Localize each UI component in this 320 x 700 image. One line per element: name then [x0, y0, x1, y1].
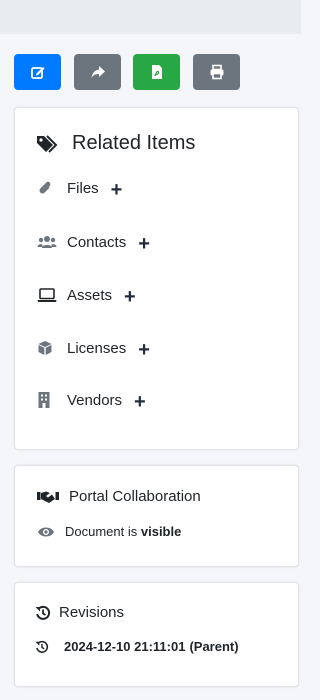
export-pdf-button[interactable]: [133, 54, 180, 90]
document-visibility-status: Document is visible: [37, 524, 181, 539]
building-icon: [37, 391, 57, 409]
portal-collaboration-title: Portal Collaboration: [69, 488, 201, 505]
cube-icon: [37, 340, 57, 356]
visibility-prefix: Document is: [65, 524, 138, 539]
add-vendor-button[interactable]: +: [134, 392, 146, 412]
handshake-icon: [37, 491, 59, 503]
related-item-label: Contacts: [67, 233, 127, 251]
share-button[interactable]: [74, 54, 121, 90]
top-bar: [0, 0, 301, 34]
related-item-licenses[interactable]: Licenses +: [37, 336, 150, 360]
related-item-vendors[interactable]: Vendors +: [37, 388, 146, 412]
paperclip-icon: [37, 180, 57, 196]
revision-item[interactable]: 2024-12-10 21:11:01 (Parent): [35, 639, 239, 654]
file-pdf-icon: [151, 65, 162, 79]
related-item-label: Files: [67, 179, 99, 197]
related-item-label: Vendors: [67, 391, 123, 409]
laptop-icon: [37, 287, 57, 303]
add-asset-button[interactable]: +: [124, 287, 136, 307]
add-license-button[interactable]: +: [138, 340, 150, 360]
revisions-title: Revisions: [59, 604, 125, 621]
portal-collaboration-header: Portal Collaboration: [37, 488, 201, 505]
edit-icon: [30, 67, 44, 79]
revisions-card: Revisions 2024-12-10 21:11:01 (Parent): [14, 582, 299, 687]
visibility-value: visible: [140, 524, 182, 539]
print-button[interactable]: [193, 54, 240, 90]
related-item-label: Assets: [67, 286, 113, 304]
edit-button[interactable]: [14, 54, 61, 90]
eye-icon: [38, 527, 54, 536]
portal-collaboration-card: Portal Collaboration Document is visible: [14, 465, 299, 567]
related-item-label: Licenses: [67, 339, 127, 357]
related-item-files[interactable]: Files +: [37, 176, 122, 200]
related-items-title: Related Items: [72, 132, 196, 154]
add-contact-button[interactable]: +: [138, 234, 150, 254]
related-item-contacts[interactable]: Contacts +: [37, 230, 150, 254]
revision-tag: (Parent): [189, 639, 239, 654]
revisions-header: Revisions: [35, 604, 124, 621]
revision-date: 2024-12-10 21:11:01: [64, 639, 186, 654]
share-icon: [91, 66, 105, 78]
add-file-button[interactable]: +: [111, 180, 123, 200]
history-icon: [35, 605, 51, 620]
related-item-assets[interactable]: Assets +: [37, 283, 136, 307]
related-items-card: Related Items Files + Contacts + Assets …: [14, 107, 299, 450]
history-icon: [35, 640, 49, 653]
tags-icon: [37, 134, 58, 153]
users-icon: [37, 235, 57, 249]
print-icon: [210, 64, 223, 80]
related-items-header: Related Items: [36, 132, 195, 155]
visibility-text: Document is visible: [65, 524, 181, 539]
